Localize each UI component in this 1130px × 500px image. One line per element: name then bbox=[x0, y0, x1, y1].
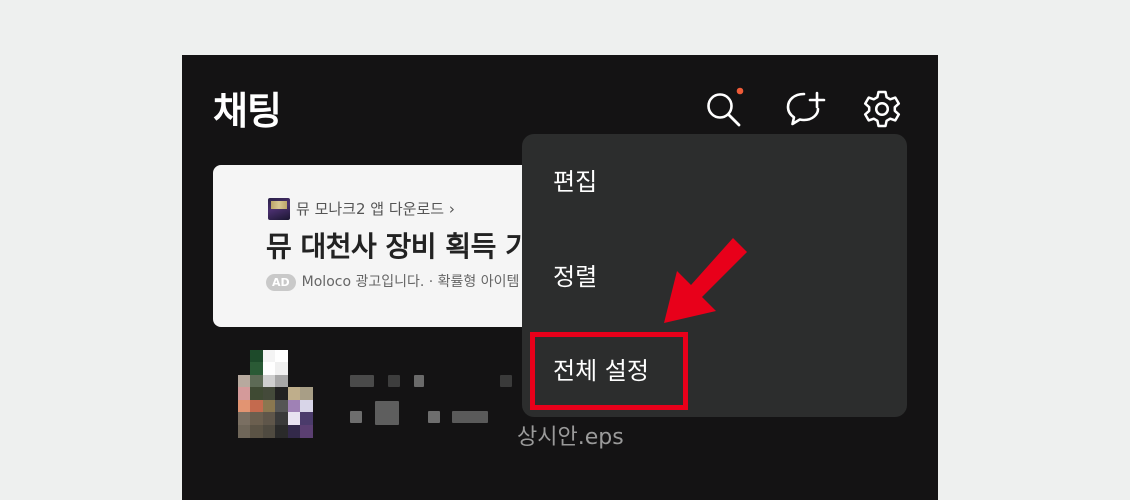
avatar[interactable] bbox=[238, 350, 326, 438]
new-chat-button[interactable] bbox=[783, 87, 827, 131]
page-title: 채팅 bbox=[213, 89, 282, 133]
ad-subtext: AD Moloco 광고입니다. · 확률형 아이템 bbox=[266, 271, 519, 293]
ad-disclaimer: Moloco 광고입니다. · 확률형 아이템 bbox=[301, 274, 520, 290]
ad-headline: 뮤 대천사 장비 획득 기 bbox=[266, 230, 531, 263]
ad-app-logo bbox=[268, 198, 290, 220]
settings-icon bbox=[863, 90, 901, 128]
search-icon bbox=[707, 87, 744, 127]
app-screen: 채팅 뮤 모나크2 앱 다운로드 › 뮤 대천사 장비 획득 기 AD Molo… bbox=[182, 55, 938, 500]
blurred-chat-name bbox=[500, 375, 512, 387]
blurred-chat-preview bbox=[350, 411, 362, 423]
blurred-chat-name bbox=[350, 375, 374, 387]
chat-file-preview: 상시안.eps bbox=[517, 425, 624, 450]
new-chat-icon bbox=[786, 91, 826, 126]
ad-source-link[interactable]: 뮤 모나크2 앱 다운로드 › bbox=[296, 198, 455, 220]
search-button[interactable] bbox=[702, 87, 746, 131]
menu-item-sort[interactable]: 정렬 bbox=[553, 260, 597, 294]
settings-button[interactable] bbox=[860, 87, 904, 131]
pointer-arrow-icon bbox=[664, 238, 747, 323]
blurred-chat-preview bbox=[375, 401, 399, 425]
blurred-chat-preview bbox=[452, 411, 488, 423]
blurred-chat-preview bbox=[428, 411, 440, 423]
blurred-chat-name bbox=[388, 375, 400, 387]
menu-item-all-settings[interactable]: 전체 설정 bbox=[553, 354, 649, 388]
menu-item-edit[interactable]: 편집 bbox=[553, 165, 597, 199]
ad-badge: AD bbox=[266, 273, 296, 291]
blurred-chat-name bbox=[414, 375, 424, 387]
